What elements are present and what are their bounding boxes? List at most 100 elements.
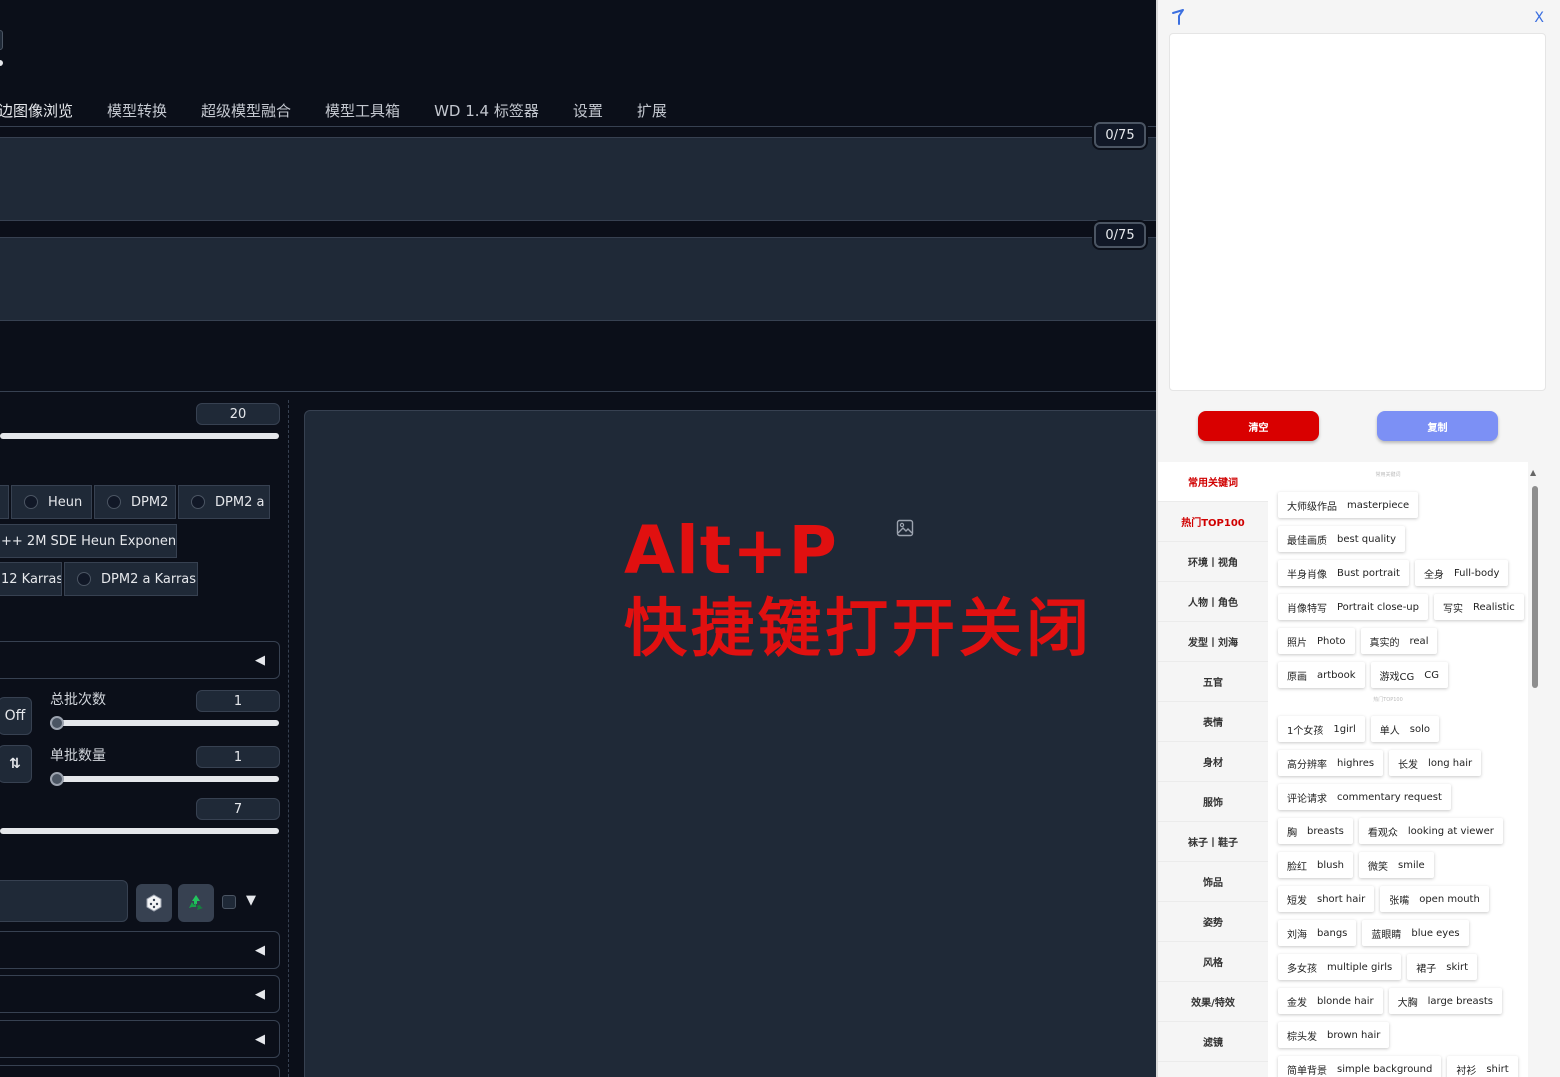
keyword-tag[interactable]: 游戏CG CG — [1370, 662, 1448, 688]
tab-settings[interactable]: 设置 — [573, 100, 603, 126]
copy-button[interactable]: 复制 — [1377, 411, 1498, 441]
clear-button[interactable]: 清空 — [1198, 411, 1319, 441]
category-item[interactable]: 姿势 — [1158, 902, 1268, 942]
accordion-section-5[interactable] — [0, 1065, 280, 1077]
keyword-tag[interactable]: 微笑 smile — [1359, 852, 1434, 878]
tab-image-browser[interactable]: 边图像浏览 — [0, 100, 73, 126]
batch-size-slider-thumb[interactable] — [50, 772, 64, 786]
keyword-tag[interactable]: 看观众 looking at viewer — [1358, 818, 1503, 844]
keyword-tag[interactable]: 长发 long hair — [1389, 750, 1482, 776]
prompt-input[interactable] — [0, 138, 1156, 220]
tab-model-convert[interactable]: 模型转换 — [107, 100, 167, 126]
tag-chinese-label: 照片 — [1287, 637, 1307, 649]
category-item[interactable]: 人物丨角色 — [1158, 582, 1268, 622]
category-item[interactable]: 身材 — [1158, 742, 1268, 782]
accordion-section-1[interactable]: ◀ — [0, 641, 280, 679]
keyword-tag[interactable]: 1个女孩 1girl — [1278, 716, 1365, 742]
keyword-tag[interactable]: 高分辨率 highres — [1278, 750, 1384, 776]
random-seed-button[interactable] — [136, 884, 172, 922]
category-item[interactable]: 滤镜 — [1158, 1022, 1268, 1062]
sampler-option-heun[interactable]: Heun — [11, 485, 92, 519]
batch-size-number[interactable]: 1 — [196, 746, 280, 768]
category-item[interactable]: 热门TOP100 — [1158, 502, 1268, 542]
category-item[interactable]: 袜子丨鞋子 — [1158, 822, 1268, 862]
sampler-option-dpm2-a-karras[interactable]: DPM2 a Karras — [64, 562, 198, 596]
sampler-option-dpm2-a[interactable]: DPM2 a — [178, 485, 270, 519]
tab-super-merger[interactable]: 超级模型融合 — [201, 100, 291, 126]
keyword-tag[interactable]: 裙子 skirt — [1407, 954, 1478, 980]
keyword-tag[interactable]: 简单背景 simple background — [1278, 1056, 1442, 1077]
reuse-seed-button[interactable] — [178, 884, 214, 922]
cfg-scale-number[interactable]: 7 — [196, 798, 280, 820]
category-item[interactable]: 五官 — [1158, 662, 1268, 702]
category-item[interactable]: 发型丨刘海 — [1158, 622, 1268, 662]
pin-icon[interactable] — [1170, 8, 1186, 26]
swap-dimensions-button[interactable]: ⇅ — [0, 745, 32, 783]
prompt-box[interactable] — [0, 137, 1156, 221]
batch-count-slider-thumb[interactable] — [50, 716, 64, 730]
keyword-tag[interactable]: 大胸 large breasts — [1388, 988, 1502, 1014]
batch-size-slider[interactable] — [50, 776, 279, 782]
steps-slider[interactable] — [0, 433, 279, 439]
keyword-tag[interactable]: 肖像特写 Portrait close-up — [1278, 594, 1428, 620]
keyword-tag[interactable]: 原画 artbook — [1278, 662, 1365, 688]
keyword-tag[interactable]: 多女孩 multiple girls — [1278, 954, 1402, 980]
hires-off-toggle[interactable]: Off — [0, 697, 32, 735]
keyword-tag[interactable]: 最佳画质 best quality — [1278, 526, 1406, 552]
category-item[interactable]: 风格 — [1158, 942, 1268, 982]
keyword-tag[interactable]: 刘海 bangs — [1278, 920, 1357, 946]
keyword-output-textarea[interactable] — [1169, 33, 1546, 391]
sampler-option-2m-sde-heun-exponential[interactable]: ++ 2M SDE Heun Exponential — [0, 524, 177, 558]
keyword-tag[interactable]: 棕头发 brown hair — [1278, 1022, 1390, 1048]
keyword-tag[interactable]: 全身 Full-body — [1414, 560, 1509, 586]
keyword-tag[interactable]: 短发 short hair — [1278, 886, 1375, 912]
negative-prompt-input[interactable] — [0, 238, 1156, 320]
keyword-tag[interactable]: 真实的 real — [1360, 628, 1438, 654]
top-control-nub[interactable] — [0, 30, 3, 50]
extra-seed-dropdown-arrow-icon[interactable]: ▼ — [246, 893, 256, 908]
keyword-tag[interactable]: 蓝眼睛 blue eyes — [1362, 920, 1469, 946]
tag-english-label: 1girl — [1333, 723, 1356, 735]
tab-model-toolkit[interactable]: 模型工具箱 — [325, 100, 400, 126]
steps-number[interactable]: 20 — [196, 403, 280, 425]
negative-prompt-box[interactable] — [0, 237, 1156, 321]
tag-chinese-label: 原画 — [1287, 671, 1307, 683]
keyword-tag[interactable]: 脸红 blush — [1278, 852, 1354, 878]
seed-input[interactable] — [0, 880, 128, 922]
category-item[interactable]: 饰品 — [1158, 862, 1268, 902]
keyword-tag[interactable]: 照片 Photo — [1278, 628, 1355, 654]
accordion-section-4[interactable]: ◀ — [0, 1020, 280, 1058]
keyword-tag[interactable]: 写实 Realistic — [1433, 594, 1524, 620]
tag-english-label: blonde hair — [1317, 995, 1374, 1007]
sampler-option-partial[interactable] — [0, 485, 9, 519]
keyword-tag[interactable]: 张嘴 open mouth — [1380, 886, 1489, 912]
close-panel-button[interactable]: X — [1534, 10, 1544, 26]
category-item[interactable]: 服饰 — [1158, 782, 1268, 822]
prompt-token-counter: 0/75 — [1094, 122, 1146, 148]
keyword-tag[interactable]: 衬衫 shirt — [1447, 1056, 1518, 1077]
tab-extensions[interactable]: 扩展 — [637, 100, 667, 126]
accordion-section-3[interactable]: ◀ — [0, 975, 280, 1013]
scroll-up-arrow-icon[interactable]: ▲ — [1530, 468, 1536, 477]
sampler-option-karras[interactable]: 12 Karras — [0, 562, 62, 596]
tag-chinese-label: 刘海 — [1287, 929, 1307, 941]
batch-count-slider[interactable] — [50, 720, 279, 726]
extra-seed-checkbox[interactable] — [222, 895, 236, 909]
keyword-tag[interactable]: 单人 solo — [1370, 716, 1439, 742]
keyword-tag[interactable]: 金发 blonde hair — [1278, 988, 1383, 1014]
accordion-section-2[interactable]: ◀ — [0, 931, 280, 969]
category-item[interactable]: 常用关键词 — [1158, 462, 1268, 502]
category-item[interactable]: 表情 — [1158, 702, 1268, 742]
category-item[interactable]: 环境丨视角 — [1158, 542, 1268, 582]
cfg-scale-slider[interactable] — [0, 828, 279, 834]
keyword-tag[interactable]: 评论请求 commentary request — [1278, 784, 1451, 810]
tab-wd14-tagger[interactable]: WD 1.4 标签器 — [434, 100, 539, 126]
keyword-tag[interactable]: 半身肖像 Bust portrait — [1278, 560, 1409, 586]
keyword-tag[interactable]: 胸 breasts — [1278, 818, 1353, 844]
keyword-tag[interactable]: 大师级作品 masterpiece — [1278, 492, 1419, 518]
sampler-option-dpm2[interactable]: DPM2 — [94, 485, 176, 519]
tag-list-scrollbar[interactable] — [1532, 486, 1538, 688]
category-item[interactable]: 效果/特效 — [1158, 982, 1268, 1022]
tag-english-label: artbook — [1317, 669, 1356, 681]
batch-count-number[interactable]: 1 — [196, 690, 280, 712]
